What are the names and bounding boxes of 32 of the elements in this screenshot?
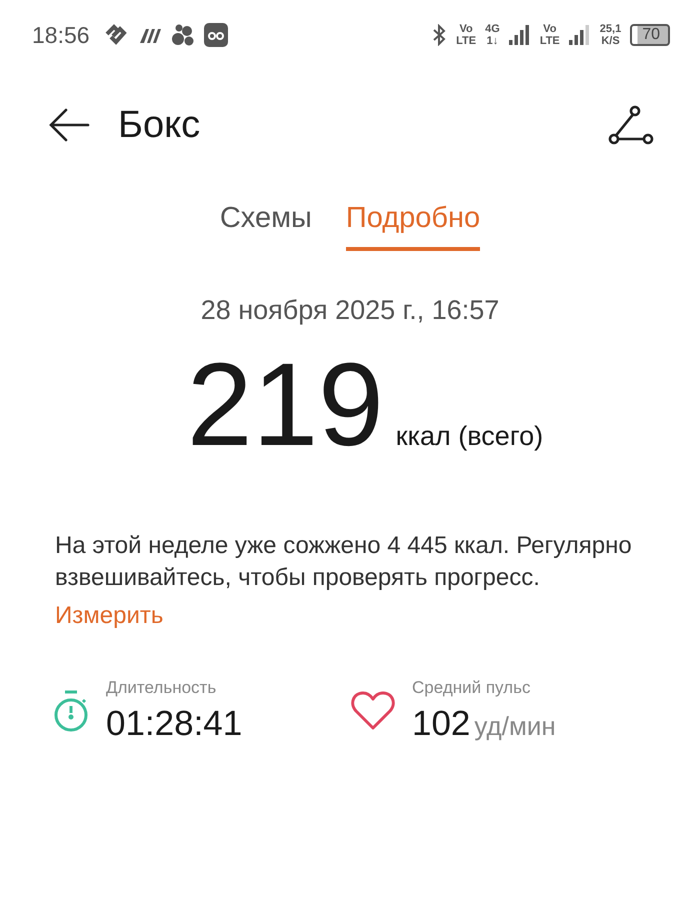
- battery-indicator: 70: [630, 24, 670, 46]
- heart-icon: [350, 691, 396, 731]
- network-label: LTE: [540, 35, 560, 47]
- bubbles-icon: [170, 24, 195, 46]
- stat-value: 01:28:41: [106, 704, 242, 744]
- bluetooth-icon: [431, 24, 448, 46]
- app-icon: [204, 23, 228, 47]
- stopwatch-icon: [52, 689, 90, 733]
- network-label: 1↓: [486, 35, 498, 47]
- measure-link[interactable]: Измерить: [55, 602, 164, 630]
- network-label: LTE: [456, 35, 476, 47]
- page-title: Бокс: [118, 104, 200, 146]
- signal-icon: [508, 25, 531, 45]
- network-label: Vo: [460, 23, 473, 35]
- stat-unit: уд/мин: [474, 711, 556, 742]
- network-label: K/S: [601, 35, 620, 47]
- status-time: 18:56: [32, 22, 90, 48]
- stat-label: Средний пульс: [412, 678, 532, 698]
- signal-icon: [568, 25, 591, 45]
- workout-date: 28 ноября 2025 г., 16:57: [200, 295, 500, 326]
- tab[interactable]: Схемы: [220, 202, 312, 251]
- network-label: Vo: [543, 23, 556, 35]
- stat-label: Длительность: [106, 678, 218, 698]
- tab[interactable]: Подробно: [346, 202, 480, 251]
- network-label: 4G: [485, 23, 500, 35]
- stat-value: 102: [412, 704, 470, 744]
- network-label: 25,1: [600, 23, 622, 35]
- share-button[interactable]: [608, 104, 654, 146]
- back-button[interactable]: [48, 107, 90, 143]
- calories-unit: ккал (всего): [396, 421, 544, 452]
- weekly-message: На этой неделе уже сожжено 4 445 ккал. Регулярно взвешивайтесь, чтобы проверять прогресс.: [55, 531, 633, 593]
- calories-value: 219: [186, 340, 384, 470]
